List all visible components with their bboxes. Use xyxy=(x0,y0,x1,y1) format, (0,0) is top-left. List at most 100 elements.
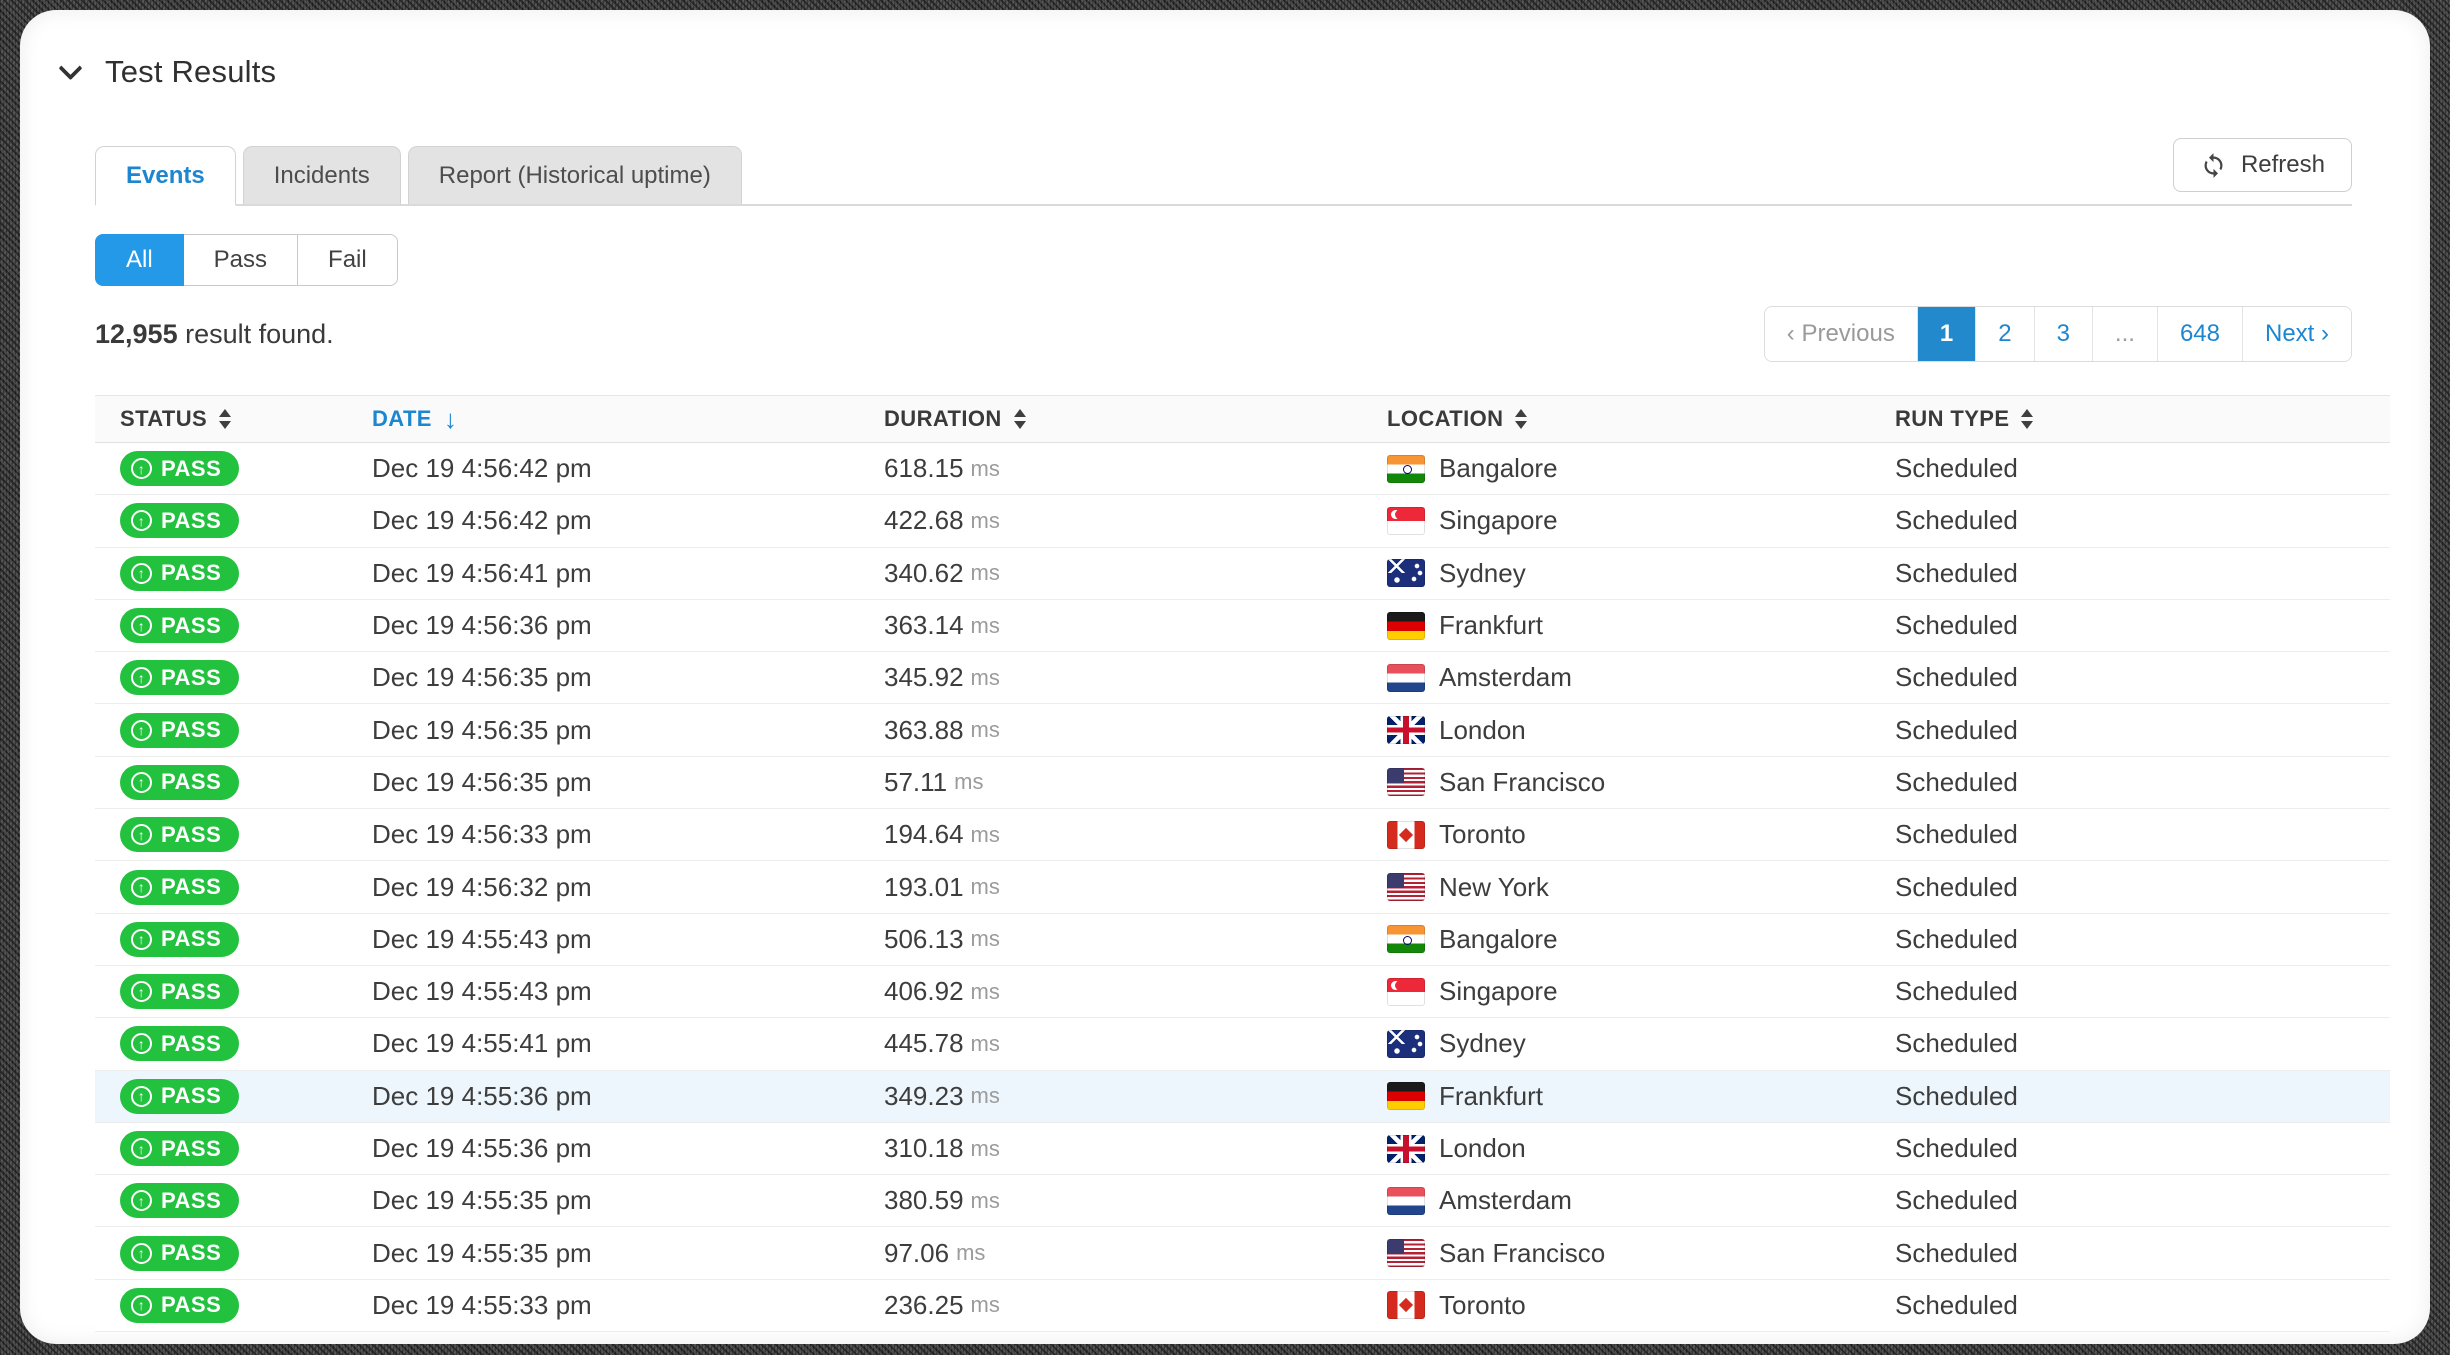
table-row[interactable]: ↑ PASS Dec 19 4:56:41 pm 340.62 ms Sydne… xyxy=(95,548,2390,600)
location-name: Toronto xyxy=(1439,1290,1526,1321)
status-cell: ↑ PASS xyxy=(120,1131,372,1166)
tab-events[interactable]: Events xyxy=(95,146,236,206)
status-badge-label: PASS xyxy=(161,456,221,482)
location-name: Bangalore xyxy=(1439,924,1558,955)
location-cell: Toronto xyxy=(1387,1290,1895,1321)
status-badge-label: PASS xyxy=(161,665,221,691)
status-badge: ↑ PASS xyxy=(120,1288,239,1323)
duration-value: 363.14 xyxy=(884,610,964,641)
filter-button-pass[interactable]: Pass xyxy=(183,234,298,286)
table-row[interactable]: ↑ PASS Dec 19 4:55:41 pm 445.78 ms Sydne… xyxy=(95,1018,2390,1070)
column-header-run-type[interactable]: RUN TYPE xyxy=(1895,406,2390,432)
location-name: Frankfurt xyxy=(1439,1081,1543,1112)
status-badge: ↑ PASS xyxy=(120,1236,239,1271)
refresh-label: Refresh xyxy=(2241,151,2325,179)
duration-value: 422.68 xyxy=(884,505,964,536)
pagination-prev[interactable]: ‹ Previous xyxy=(1765,307,1917,361)
pass-arrow-up-icon: ↑ xyxy=(131,1033,152,1054)
status-cell: ↑ PASS xyxy=(120,660,372,695)
filter-button-fail[interactable]: Fail xyxy=(297,234,398,286)
duration-cell: 349.23 ms xyxy=(884,1081,1387,1112)
table-row[interactable]: ↑ PASS Dec 19 4:55:33 pm 236.25 ms Toron… xyxy=(95,1280,2390,1332)
duration-unit: ms xyxy=(971,1188,1000,1214)
date-cell: Dec 19 4:55:33 pm xyxy=(372,1290,884,1321)
flag-in-icon xyxy=(1387,455,1425,483)
table-row[interactable]: ↑ PASS Dec 19 4:55:43 pm 506.13 ms Banga… xyxy=(95,914,2390,966)
status-badge-label: PASS xyxy=(161,874,221,900)
column-header-duration[interactable]: DURATION xyxy=(884,406,1387,432)
location-name: Frankfurt xyxy=(1439,610,1543,641)
duration-cell: 445.78 ms xyxy=(884,1028,1387,1059)
column-header-status[interactable]: STATUS xyxy=(120,406,372,432)
location-name: Sydney xyxy=(1439,1028,1526,1059)
status-badge-label: PASS xyxy=(161,1188,221,1214)
filter-button-all[interactable]: All xyxy=(95,234,184,286)
duration-unit: ms xyxy=(971,874,1000,900)
table-row[interactable]: ↑ PASS Dec 19 4:56:35 pm 363.88 ms Londo… xyxy=(95,704,2390,756)
column-header-location[interactable]: LOCATION xyxy=(1387,406,1895,432)
duration-value: 349.23 xyxy=(884,1081,964,1112)
date-cell: Dec 19 4:55:35 pm xyxy=(372,1238,884,1269)
status-badge-label: PASS xyxy=(161,822,221,848)
run-type-cell: Scheduled xyxy=(1895,872,2390,903)
location-cell: New York xyxy=(1387,872,1895,903)
status-badge: ↑ PASS xyxy=(120,1026,239,1061)
column-label: RUN TYPE xyxy=(1895,406,2009,432)
status-badge-label: PASS xyxy=(161,613,221,639)
result-count: 12,955 result found. xyxy=(95,319,334,350)
pagination-page-3[interactable]: 3 xyxy=(2034,307,2092,361)
flag-gb-icon xyxy=(1387,716,1425,744)
run-type-cell: Scheduled xyxy=(1895,505,2390,536)
table-row[interactable]: ↑ PASS Dec 19 4:55:36 pm 310.18 ms Londo… xyxy=(95,1123,2390,1175)
table-row[interactable]: ↑ PASS Dec 19 4:56:32 pm 193.01 ms New Y… xyxy=(95,861,2390,913)
tabs-bar: EventsIncidentsReport (Historical uptime… xyxy=(95,136,2352,206)
table-row[interactable]: ↑ PASS Dec 19 4:56:35 pm 345.92 ms Amste… xyxy=(95,652,2390,704)
table-row[interactable]: ↑ PASS Dec 19 4:55:36 pm 349.23 ms Frank… xyxy=(95,1071,2390,1123)
run-type-cell: Scheduled xyxy=(1895,1133,2390,1164)
table-row[interactable]: ↑ PASS Dec 19 4:55:35 pm 97.06 ms San Fr… xyxy=(95,1227,2390,1279)
duration-unit: ms xyxy=(971,1031,1000,1057)
duration-unit: ms xyxy=(971,508,1000,534)
duration-cell: 57.11 ms xyxy=(884,767,1387,798)
duration-value: 445.78 xyxy=(884,1028,964,1059)
status-filter-group: AllPassFail xyxy=(95,234,398,286)
results-row: 12,955 result found. ‹ Previous123...648… xyxy=(95,306,2352,362)
flag-gb-icon xyxy=(1387,1135,1425,1163)
table-row[interactable]: ↑ PASS Dec 19 4:56:36 pm 363.14 ms Frank… xyxy=(95,600,2390,652)
status-badge-label: PASS xyxy=(161,979,221,1005)
table-row[interactable]: ↑ PASS Dec 19 4:56:33 pm 194.64 ms Toron… xyxy=(95,809,2390,861)
location-cell: Sydney xyxy=(1387,558,1895,589)
status-badge: ↑ PASS xyxy=(120,1183,239,1218)
pagination-page-2[interactable]: 2 xyxy=(1975,307,2033,361)
pagination-next[interactable]: Next › xyxy=(2242,307,2351,361)
location-name: London xyxy=(1439,715,1526,746)
pagination-page-1[interactable]: 1 xyxy=(1917,307,1975,361)
location-name: Toronto xyxy=(1439,819,1526,850)
duration-cell: 618.15 ms xyxy=(884,453,1387,484)
tab-incidents[interactable]: Incidents xyxy=(243,146,401,206)
sort-icon xyxy=(1014,409,1026,429)
refresh-button[interactable]: Refresh xyxy=(2173,138,2352,192)
duration-value: 57.11 xyxy=(884,767,947,798)
column-header-date[interactable]: DATE↓ xyxy=(372,406,884,432)
table-row[interactable]: ↑ PASS Dec 19 4:56:42 pm 422.68 ms Singa… xyxy=(95,495,2390,547)
test-results-panel: Test Results EventsIncidentsReport (Hist… xyxy=(20,10,2430,1344)
collapse-chevron-icon[interactable] xyxy=(58,56,82,80)
table-row[interactable]: ↑ PASS Dec 19 4:55:35 pm 380.59 ms Amste… xyxy=(95,1175,2390,1227)
panel-header: Test Results xyxy=(62,54,276,90)
table-row[interactable]: ↑ PASS Dec 19 4:55:43 pm 406.92 ms Singa… xyxy=(95,966,2390,1018)
pass-arrow-up-icon: ↑ xyxy=(131,510,152,531)
sort-icon xyxy=(1515,409,1527,429)
table-row[interactable]: ↑ PASS Dec 19 4:56:35 pm 57.11 ms San Fr… xyxy=(95,757,2390,809)
status-cell: ↑ PASS xyxy=(120,817,372,852)
table-row[interactable]: ↑ PASS Dec 19 4:56:42 pm 618.15 ms Banga… xyxy=(95,443,2390,495)
tab-report-historical-uptime[interactable]: Report (Historical uptime) xyxy=(408,146,742,206)
flag-ca-icon xyxy=(1387,1291,1425,1319)
status-badge-label: PASS xyxy=(161,1031,221,1057)
status-badge: ↑ PASS xyxy=(120,608,239,643)
run-type-cell: Scheduled xyxy=(1895,610,2390,641)
status-badge-label: PASS xyxy=(161,1083,221,1109)
pagination-page-648[interactable]: 648 xyxy=(2157,307,2242,361)
status-badge-label: PASS xyxy=(161,717,221,743)
duration-cell: 310.18 ms xyxy=(884,1133,1387,1164)
